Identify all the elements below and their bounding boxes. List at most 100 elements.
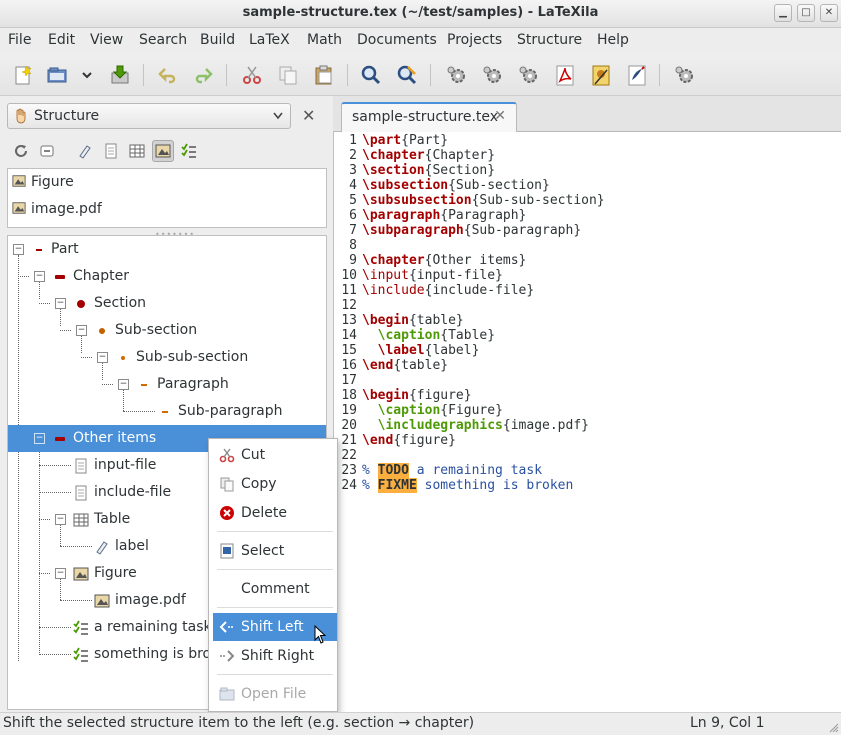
chevron-down-icon — [273, 112, 283, 120]
menu-file[interactable]: File — [8, 32, 31, 48]
close-panel-button[interactable]: ✕ — [302, 106, 315, 125]
line-number: 18 — [341, 388, 357, 403]
cut-icon — [219, 448, 235, 463]
code-text: \caption{Figure} — [377, 403, 503, 418]
cut-button[interactable] — [239, 62, 265, 88]
code-text: % TODO a remaining task — [362, 463, 543, 478]
show-figures-toggle[interactable] — [152, 140, 174, 162]
paste-button[interactable] — [311, 62, 337, 88]
menu-item-comment[interactable]: Comment — [213, 575, 337, 603]
list-item-label: Figure — [31, 174, 74, 190]
menu-item-cut[interactable]: Cut — [213, 441, 337, 469]
collapse-all-button[interactable] — [36, 140, 58, 162]
menu-search[interactable]: Search — [139, 32, 187, 48]
menu-item-delete[interactable]: Delete — [213, 499, 337, 527]
figure-icon — [73, 567, 89, 581]
build-settings-button[interactable] — [672, 62, 698, 88]
collapse-toggle[interactable]: − — [55, 568, 66, 579]
show-includes-toggle[interactable] — [100, 140, 122, 162]
undo-button[interactable] — [155, 62, 181, 88]
save-button[interactable] — [107, 62, 133, 88]
copy-button[interactable] — [275, 62, 301, 88]
tree-item-chapter[interactable]: − Chapter — [8, 263, 326, 290]
menu-structure[interactable]: Structure — [517, 32, 582, 48]
toolbar-separator — [430, 64, 431, 86]
menu-projects[interactable]: Projects — [447, 32, 502, 48]
line-number: 17 — [341, 373, 357, 388]
show-labels-toggle[interactable] — [74, 140, 96, 162]
menu-math[interactable]: Math — [307, 32, 342, 48]
open-recent-dropdown[interactable] — [76, 62, 98, 88]
code-text: \begin{figure} — [362, 388, 472, 403]
build-button-3[interactable] — [516, 62, 542, 88]
menu-item-copy[interactable]: Copy — [213, 470, 337, 498]
collapse-toggle[interactable]: − — [118, 379, 129, 390]
build-button-2[interactable] — [480, 62, 506, 88]
menu-view[interactable]: View — [90, 32, 123, 48]
code-text: \label{label} — [377, 343, 480, 358]
tree-item-paragraph[interactable]: − Paragraph — [8, 371, 326, 398]
line-number: 8 — [349, 238, 357, 253]
close-tab-icon[interactable]: ✕ — [494, 108, 506, 124]
shift-left-icon — [219, 621, 234, 633]
menu-documents[interactable]: Documents — [357, 32, 437, 48]
collapse-toggle[interactable]: − — [34, 433, 45, 444]
tab-sample-structure[interactable]: sample-structure.tex ✕ — [341, 102, 517, 133]
tree-item-subsubsection[interactable]: − Sub-sub-section — [8, 344, 326, 371]
cut-icon — [243, 66, 261, 84]
collapse-toggle[interactable]: − — [76, 325, 87, 336]
line-number: 5 — [349, 193, 357, 208]
minimize-button[interactable]: ▁ — [774, 4, 792, 22]
menu-help[interactable]: Help — [597, 32, 629, 48]
list-item-label: image.pdf — [31, 201, 102, 217]
view-dvi-button[interactable] — [588, 62, 614, 88]
menu-item-label: Cut — [241, 447, 266, 463]
line-number: 14 — [341, 328, 357, 343]
open-button[interactable] — [44, 62, 70, 88]
new-document-button[interactable] — [10, 62, 36, 88]
menu-latex[interactable]: LaTeX — [249, 32, 290, 48]
show-tables-toggle[interactable] — [126, 140, 148, 162]
find-replace-button[interactable] — [394, 62, 420, 88]
redo-button[interactable] — [190, 62, 216, 88]
image-icon — [94, 594, 110, 608]
collapse-toggle[interactable]: − — [13, 244, 24, 255]
refresh-icon — [15, 145, 27, 157]
find-button[interactable] — [358, 62, 384, 88]
cursor-position: Ln 9, Col 1 — [690, 715, 765, 731]
collapse-toggle[interactable]: − — [97, 352, 108, 363]
menu-build[interactable]: Build — [200, 32, 235, 48]
collapse-toggle[interactable]: − — [34, 271, 45, 282]
toolbar-separator — [347, 64, 348, 86]
menu-separator — [217, 531, 333, 532]
tree-item-section[interactable]: − Section — [8, 290, 326, 317]
code-text: \subparagraph{Sub-paragraph} — [362, 223, 582, 238]
menu-item-label: Shift Left — [241, 619, 304, 635]
tree-item-subparagraph[interactable]: Sub-paragraph — [8, 398, 326, 425]
panel-selector[interactable]: Structure — [7, 103, 291, 129]
minimize-icon: ▁ — [779, 7, 787, 18]
code-text: \include{include-file} — [362, 283, 535, 298]
tree-item-label: Paragraph — [157, 376, 229, 392]
menu-item-select[interactable]: Select — [213, 537, 337, 565]
menu-item-shift-right[interactable]: Shift Right — [213, 642, 337, 670]
view-pdf-button[interactable] — [552, 62, 578, 88]
resize-grip-icon[interactable] — [829, 723, 839, 733]
code-text: \caption{Table} — [377, 328, 496, 343]
menu-item-label: Delete — [241, 505, 287, 521]
build-button-1[interactable] — [444, 62, 470, 88]
source-editor[interactable]: 1 \part{Part} 2 \chapter{Chapter} 3 \section{… — [333, 132, 841, 712]
table-icon — [73, 513, 89, 527]
open-icon — [47, 67, 67, 83]
show-todos-toggle[interactable] — [178, 140, 200, 162]
collapse-toggle[interactable]: − — [55, 298, 66, 309]
close-button[interactable]: ✕ — [820, 4, 838, 22]
view-ps-button[interactable] — [624, 62, 650, 88]
tree-item-part[interactable]: − Part — [8, 236, 326, 263]
maximize-button[interactable]: □ — [797, 4, 815, 22]
menu-edit[interactable]: Edit — [48, 32, 75, 48]
collapse-toggle[interactable]: − — [55, 514, 66, 525]
code-text: \includegraphics{image.pdf} — [377, 418, 589, 433]
tree-item-subsection[interactable]: − Sub-section — [8, 317, 326, 344]
refresh-button[interactable] — [10, 140, 32, 162]
